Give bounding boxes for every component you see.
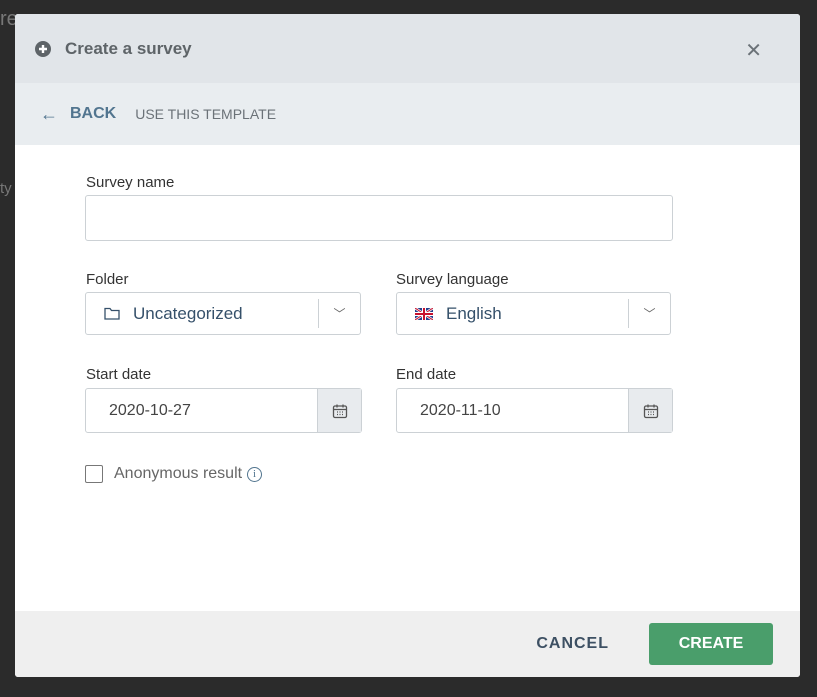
dialog-subheader: ← BACK USE THIS TEMPLATE <box>15 83 800 145</box>
calendar-icon[interactable] <box>317 389 361 432</box>
calendar-icon[interactable] <box>628 389 672 432</box>
back-label: BACK <box>70 105 117 122</box>
survey-name-input[interactable] <box>85 195 673 241</box>
start-date-input[interactable]: 2020-10-27 <box>85 388 362 433</box>
anonymous-result-label: Anonymous result <box>114 465 243 482</box>
end-date-value: 2020-11-10 <box>420 401 501 419</box>
start-date-value: 2020-10-27 <box>109 401 191 419</box>
create-button[interactable]: CREATE <box>649 623 773 665</box>
end-date-input[interactable]: 2020-11-10 <box>396 388 673 433</box>
language-label: Survey language <box>396 271 509 288</box>
anonymous-result-option: Anonymous result i <box>85 465 263 483</box>
dialog-footer: CANCEL CREATE <box>15 611 800 677</box>
dialog-header: Create a survey ✕ <box>15 14 800 83</box>
create-survey-dialog: Create a survey ✕ ← BACK USE THIS TEMPLA… <box>15 14 800 677</box>
cancel-button[interactable]: CANCEL <box>536 635 609 653</box>
arrow-left-icon: ← <box>40 103 58 124</box>
info-icon[interactable]: i <box>247 466 263 482</box>
folder-value: Uncategorized <box>133 303 243 323</box>
folder-select[interactable]: Uncategorized ﹀ <box>85 292 361 335</box>
folder-label: Folder <box>86 271 129 288</box>
uk-flag-icon <box>415 307 433 320</box>
close-icon[interactable]: ✕ <box>745 38 762 63</box>
dialog-title: Create a survey <box>65 38 192 58</box>
anonymous-result-checkbox[interactable] <box>85 465 103 483</box>
language-select[interactable]: English ﹀ <box>396 292 671 335</box>
use-template-link[interactable]: USE THIS TEMPLATE <box>135 106 276 122</box>
back-button[interactable]: ← BACK <box>40 104 116 125</box>
start-date-label: Start date <box>86 366 152 383</box>
chevron-down-icon[interactable]: ﹀ <box>628 299 670 328</box>
survey-name-label: Survey name <box>86 174 175 191</box>
folder-icon <box>104 307 120 320</box>
background-text: ty <box>0 180 12 197</box>
end-date-label: End date <box>396 366 457 383</box>
plus-circle-icon <box>35 40 51 57</box>
chevron-down-icon[interactable]: ﹀ <box>318 299 360 328</box>
language-value: English <box>446 303 502 323</box>
